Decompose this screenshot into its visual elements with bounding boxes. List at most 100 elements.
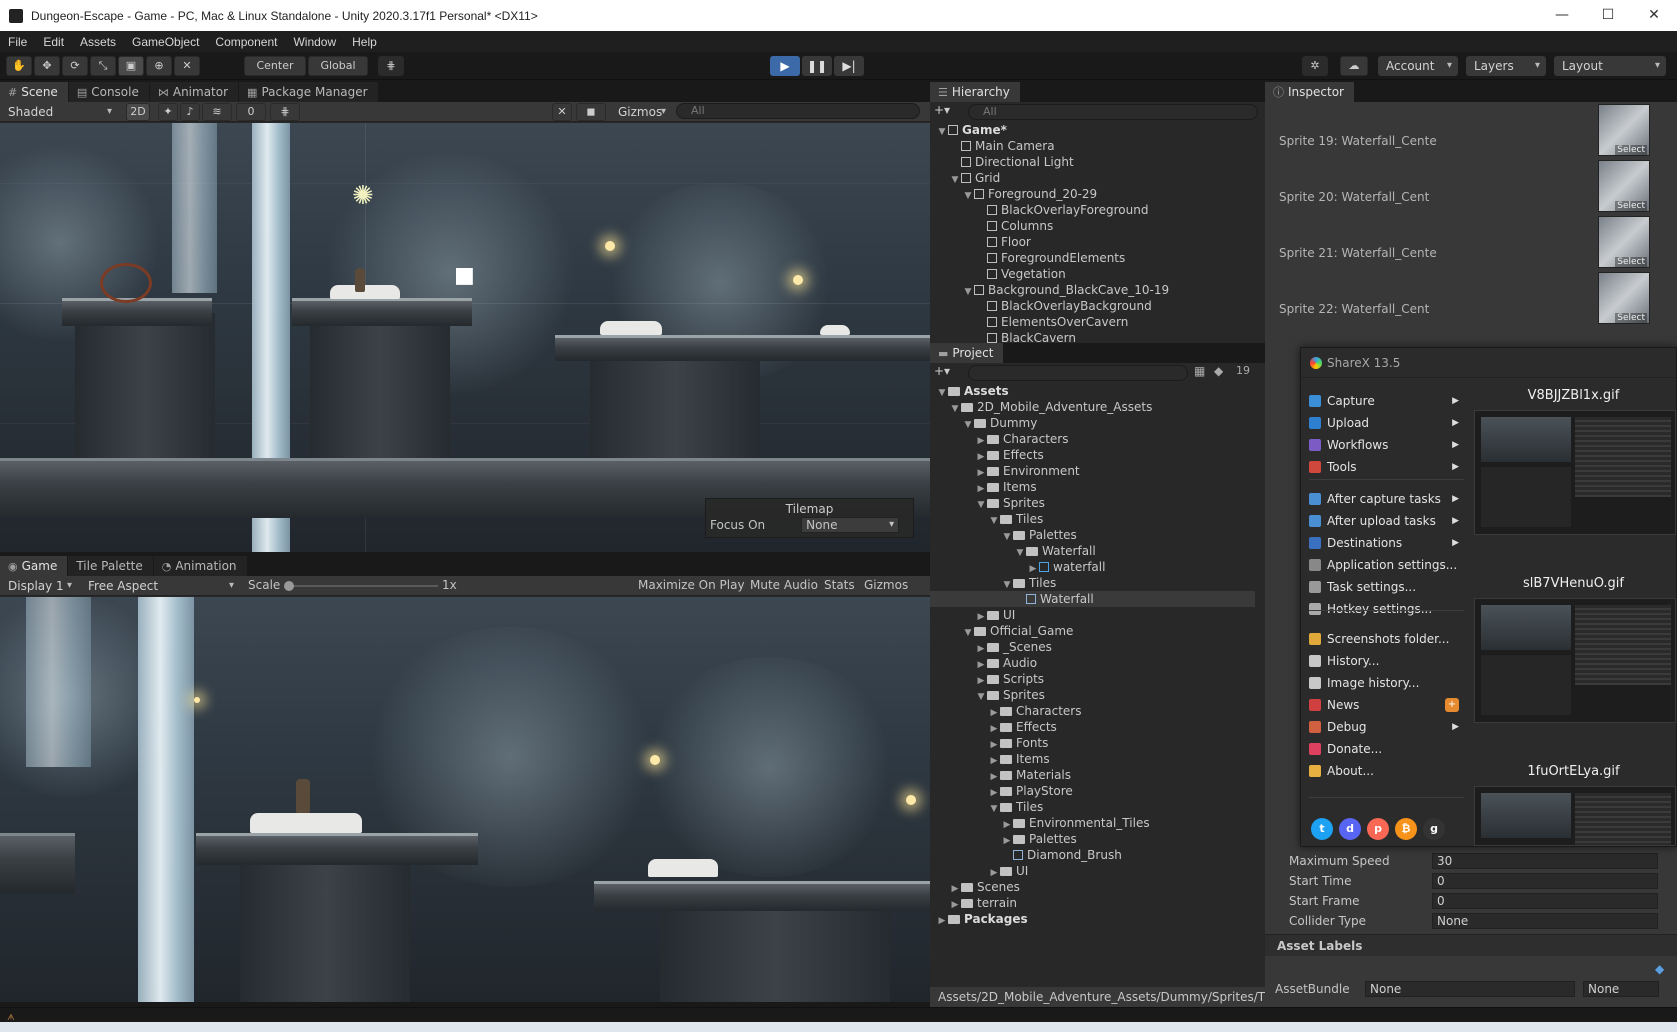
scale-tool-icon[interactable]: ⤡	[90, 56, 116, 76]
project-row[interactable]: Waterfall	[930, 591, 1255, 607]
bitcoin-icon[interactable]: ₿	[1395, 818, 1417, 840]
project-row[interactable]: ▼ Official_Game	[930, 623, 1255, 639]
audio-toggle-icon[interactable]: ♪	[180, 103, 200, 121]
project-row[interactable]: ▶ Effects	[930, 447, 1255, 463]
tab-scene[interactable]: # Scene	[0, 82, 69, 102]
project-row[interactable]: ▶ terrain	[930, 895, 1255, 911]
maximize-button[interactable]: ☐	[1585, 0, 1631, 31]
project-row[interactable]: ▶ Items	[930, 751, 1255, 767]
hierarchy-row[interactable]: BlackOverlayForeground	[930, 202, 1255, 218]
start-frame-field[interactable]: 0	[1432, 893, 1658, 909]
rect-tool-icon[interactable]: ▣	[118, 56, 144, 76]
scale-slider[interactable]	[284, 581, 438, 591]
project-row[interactable]: ▼ Palettes	[930, 527, 1255, 543]
pivot-center-toggle[interactable]: Center	[244, 56, 306, 76]
tab-console[interactable]: ▤ Console	[68, 82, 150, 102]
maximum-speed-field[interactable]: 30	[1432, 853, 1658, 869]
search-by-type-icon[interactable]: ▦	[1194, 364, 1205, 378]
layers-dropdown[interactable]: Layers	[1466, 56, 1546, 76]
label-tag-icon[interactable]: ◆	[1655, 962, 1664, 976]
project-row[interactable]: ▼ Tiles	[930, 575, 1255, 591]
hierarchy-row[interactable]: ▼ Background_BlackCave_10-19	[930, 282, 1255, 298]
2d-toggle[interactable]: 2D	[126, 103, 150, 121]
sharex-menu-item[interactable]: Image history...	[1309, 672, 1459, 694]
hand-tool-icon[interactable]: ✋	[6, 56, 32, 76]
recent-capture-thumbnail[interactable]	[1474, 786, 1676, 846]
sharex-menu-item[interactable]: History...	[1309, 650, 1459, 672]
collab-icon[interactable]: ✲	[1302, 56, 1328, 76]
move-tool-icon[interactable]: ✥	[34, 56, 60, 76]
menu-gameobject[interactable]: GameObject	[124, 35, 207, 49]
patreon-icon[interactable]: p	[1367, 818, 1389, 840]
recent-capture-thumbnail[interactable]	[1474, 410, 1676, 535]
play-button[interactable]: ▶	[770, 56, 800, 76]
menu-window[interactable]: Window	[285, 35, 344, 49]
sharex-menu-item[interactable]: Destinations ▶	[1309, 532, 1459, 554]
sharex-menu-item[interactable]: Upload ▶	[1309, 412, 1459, 434]
console-warning-icon[interactable]: ⚠	[6, 1012, 446, 1020]
sharex-menu-item[interactable]: Debug ▶	[1309, 716, 1459, 738]
project-row[interactable]: ▶ Items	[930, 479, 1255, 495]
project-row[interactable]: ▶ Effects	[930, 719, 1255, 735]
lighting-toggle-icon[interactable]: ✦	[158, 103, 178, 121]
hierarchy-row[interactable]: Floor	[930, 234, 1255, 250]
project-add-button[interactable]: +▾	[934, 364, 950, 378]
sprite-thumbnail[interactable]: Select	[1598, 104, 1650, 156]
hierarchy-row[interactable]: ▼ Foreground_20-29	[930, 186, 1255, 202]
tab-project[interactable]: ▬ Project	[930, 343, 1005, 363]
hierarchy-row[interactable]: Main Camera	[930, 138, 1255, 154]
close-button[interactable]: ✕	[1631, 0, 1677, 31]
tools-icon[interactable]: ✕	[552, 103, 572, 121]
project-row[interactable]: ▼ Sprites	[930, 687, 1255, 703]
sprite-thumbnail[interactable]: Select	[1598, 216, 1650, 268]
hierarchy-row[interactable]: ElementsOverCavern	[930, 314, 1255, 330]
menu-help[interactable]: Help	[344, 35, 385, 49]
hierarchy-row[interactable]: ▼ Grid	[930, 170, 1255, 186]
hierarchy-row[interactable]: Columns	[930, 218, 1255, 234]
aspect-dropdown[interactable]: Free Aspect	[80, 577, 240, 595]
scene-search-input[interactable]: All	[676, 103, 920, 119]
display-dropdown[interactable]: Display 1	[0, 577, 78, 595]
tab-inspector[interactable]: ⓘ Inspector	[1265, 82, 1355, 102]
tab-animator[interactable]: ⋈ Animator	[149, 82, 240, 102]
minimize-button[interactable]: —	[1539, 0, 1585, 31]
project-row[interactable]: ▶ Environmental_Tiles	[930, 815, 1255, 831]
project-row[interactable]: ▶ _Scenes	[930, 639, 1255, 655]
tab-hierarchy[interactable]: ☰ Hierarchy	[930, 82, 1021, 102]
project-row[interactable]: ▶ Characters	[930, 703, 1255, 719]
sprite-thumbnail[interactable]: Select	[1598, 272, 1650, 324]
project-row[interactable]: Diamond_Brush	[930, 847, 1255, 863]
stats-toggle[interactable]: Stats	[824, 578, 855, 592]
sprite-thumbnail[interactable]: Select	[1598, 160, 1650, 212]
project-row[interactable]: ▼ Assets	[930, 383, 1255, 399]
project-row[interactable]: ▼ Sprites	[930, 495, 1255, 511]
project-row[interactable]: ▼ Tiles	[930, 511, 1255, 527]
twitter-icon[interactable]: t	[1311, 818, 1333, 840]
project-row[interactable]: ▶ Audio	[930, 655, 1255, 671]
sharex-menu-item[interactable]: After capture tasks ▶	[1309, 488, 1459, 510]
project-row[interactable]: ▶ PlayStore	[930, 783, 1255, 799]
menu-edit[interactable]: Edit	[35, 35, 72, 49]
hierarchy-search-input[interactable]: All	[968, 104, 1258, 120]
effects-toggle-icon[interactable]: ≋	[202, 103, 232, 121]
project-row[interactable]: ▶ Scenes	[930, 879, 1255, 895]
scene-viewport[interactable]: ✺ ■	[0, 123, 930, 552]
project-row[interactable]: ▶ Scripts	[930, 671, 1255, 687]
scale-slider-handle[interactable]	[284, 581, 294, 591]
tab-animation[interactable]: ◔ Animation	[153, 556, 248, 576]
project-row[interactable]: ▶ Palettes	[930, 831, 1255, 847]
grid-snap-icon[interactable]: ⋕	[378, 56, 404, 76]
search-by-label-icon[interactable]: ◆	[1214, 364, 1223, 378]
layout-dropdown[interactable]: Layout	[1554, 56, 1666, 76]
project-row[interactable]: ▼ Tiles	[930, 799, 1255, 815]
focus-on-dropdown[interactable]: None	[801, 517, 900, 533]
account-dropdown[interactable]: Account	[1378, 56, 1458, 76]
project-row[interactable]: ▶ Fonts	[930, 735, 1255, 751]
hierarchy-row[interactable]: BlackOverlayBackground	[930, 298, 1255, 314]
collapse-arrow-icon[interactable]: ▶	[936, 913, 948, 929]
scene-gizmos-dropdown[interactable]: Gizmos	[610, 103, 672, 121]
hierarchy-row[interactable]: BlackCavern	[930, 330, 1255, 344]
hierarchy-add-button[interactable]: +▾	[934, 103, 950, 117]
hierarchy-row[interactable]: Vegetation	[930, 266, 1255, 282]
menu-assets[interactable]: Assets	[72, 35, 124, 49]
